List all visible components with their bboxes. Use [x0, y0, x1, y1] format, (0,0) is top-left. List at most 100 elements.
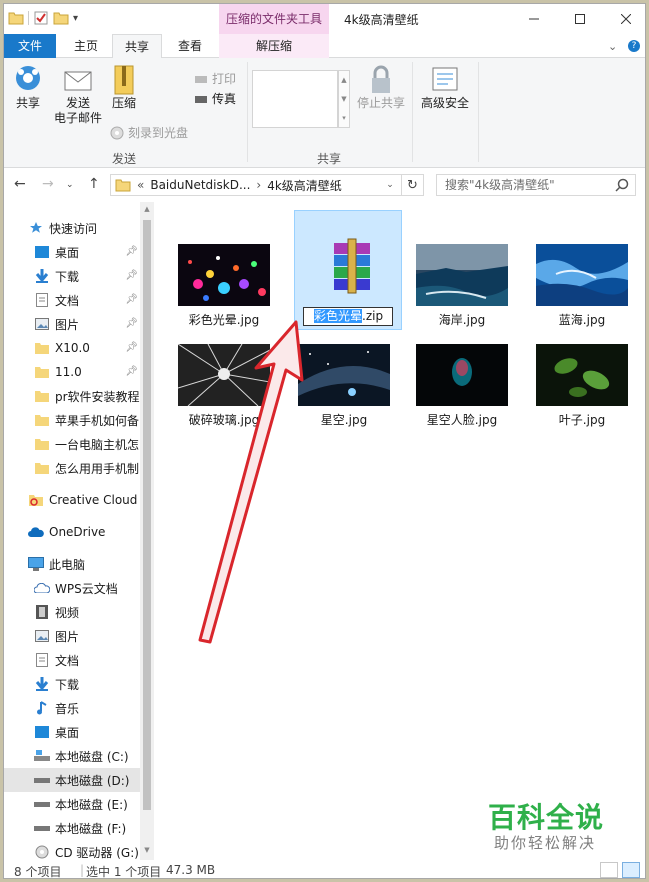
address-bar[interactable]: « BaiduNetdiskD... › 4k级高清壁纸	[110, 174, 402, 196]
folder-icon	[34, 460, 50, 476]
desktop-icon	[34, 724, 50, 740]
pin-icon[interactable]: 📌︎	[125, 294, 138, 305]
nav-quick-access[interactable]: 快速访问	[4, 216, 140, 240]
nav-scrollbar[interactable]: ▲ ▼	[140, 202, 154, 860]
nav-label: 本地磁盘 (F:)	[55, 821, 127, 836]
nav-pictures[interactable]: 图片 📌︎	[4, 312, 140, 336]
search-input[interactable]: 搜索"4k级高清壁纸"	[436, 174, 636, 196]
nav-drive-c[interactable]: 本地磁盘 (C:)	[4, 744, 140, 768]
nav-label: 怎么用用手机制	[55, 461, 140, 476]
refresh-button[interactable]: ↻	[402, 174, 424, 196]
properties-icon[interactable]	[33, 10, 49, 26]
music-icon	[34, 700, 50, 716]
nav-drive-e[interactable]: 本地磁盘 (E:)	[4, 792, 140, 816]
nav-folder-11[interactable]: 11.0 📌︎	[4, 360, 140, 384]
file-name: 星空人脸.jpg	[426, 413, 498, 427]
breadcrumb-overflow[interactable]: «	[137, 178, 144, 192]
close-button[interactable]	[603, 4, 645, 34]
nav-music[interactable]: 音乐	[4, 696, 140, 720]
file-item[interactable]: 破碎玻璃.jpg	[170, 310, 278, 430]
help-icon[interactable]: ?	[628, 40, 640, 52]
nav-this-pc[interactable]: 此电脑	[4, 552, 140, 576]
maximize-icon	[575, 14, 585, 24]
nav-folder-pr[interactable]: pr软件安装教程	[4, 384, 140, 408]
scroll-down-icon[interactable]: ▼	[140, 846, 154, 854]
maximize-button[interactable]	[557, 4, 603, 34]
recent-locations-button[interactable]: ⌄	[66, 180, 74, 190]
fax-button[interactable]: 传真	[194, 90, 236, 107]
status-separator: |	[80, 863, 85, 877]
breadcrumb-current[interactable]: 4k级高清壁纸	[267, 177, 342, 194]
zip-folder-icon	[114, 65, 134, 95]
zip-button[interactable]: 压缩	[108, 64, 140, 111]
pin-icon[interactable]: 📌︎	[125, 318, 138, 329]
scrollbar-thumb[interactable]	[143, 220, 151, 810]
group-send-label: 发送	[112, 152, 137, 166]
tab-extract[interactable]: 解压缩	[219, 34, 329, 58]
nav-drive-d[interactable]: 本地磁盘 (D:)	[4, 768, 140, 792]
nav-tree: 快速访问 桌面 📌︎ 下载 📌︎ 文档 📌︎ 图片 📌︎ X10.0 📌︎ 11…	[4, 216, 140, 864]
creative-cloud-icon	[28, 492, 44, 508]
winrar-archive-icon	[334, 238, 370, 294]
nav-label: 文档	[55, 653, 80, 668]
nav-downloads[interactable]: 下载 📌︎	[4, 264, 140, 288]
nav-label: 视频	[55, 605, 80, 620]
nav-folder-pc[interactable]: 一台电脑主机怎	[4, 432, 140, 456]
folder-icon[interactable]	[8, 10, 24, 26]
security-icon	[432, 67, 458, 91]
back-button[interactable]: ←	[14, 176, 26, 192]
pin-icon[interactable]: 📌︎	[125, 270, 138, 281]
up-button[interactable]: ↑	[88, 176, 100, 192]
file-name: 破碎玻璃.jpg	[188, 413, 260, 427]
nav-pc-documents[interactable]: 文档	[4, 648, 140, 672]
details-view-button[interactable]	[600, 862, 618, 878]
email-button[interactable]: 发送 电子邮件	[52, 64, 104, 126]
file-item[interactable]: 星空.jpg	[290, 310, 398, 430]
share-with-list[interactable]	[252, 70, 338, 128]
nav-onedrive[interactable]: OneDrive	[4, 520, 140, 544]
nav-wps-cloud[interactable]: WPS云文档	[4, 576, 140, 600]
image-thumbnail	[298, 344, 390, 406]
nav-pc-desktop[interactable]: 桌面	[4, 720, 140, 744]
nav-label: 本地磁盘 (E:)	[55, 797, 128, 812]
large-icons-view-button[interactable]	[622, 862, 640, 878]
pin-icon[interactable]: 📌︎	[125, 342, 138, 353]
minimize-button[interactable]	[511, 4, 557, 34]
share-button[interactable]: 共享	[12, 64, 44, 111]
navigation-pane: 快速访问 桌面 📌︎ 下载 📌︎ 文档 📌︎ 图片 📌︎ X10.0 📌︎ 11…	[4, 202, 154, 860]
nav-creative-cloud[interactable]: Creative Cloud	[4, 488, 140, 512]
nav-videos[interactable]: 视频	[4, 600, 140, 624]
selected-count: 选中 1 个项目	[86, 865, 162, 879]
stop-sharing-button[interactable]: 停止共享	[356, 64, 406, 111]
nav-drive-f[interactable]: 本地磁盘 (F:)	[4, 816, 140, 840]
image-thumbnail	[178, 344, 270, 406]
share-list-scroll[interactable]: ▲ ▼ ▾	[338, 70, 350, 128]
tab-share[interactable]: 共享	[112, 34, 162, 59]
qat-customize-icon[interactable]: ▾	[73, 13, 78, 24]
nav-folder-apple[interactable]: 苹果手机如何备	[4, 408, 140, 432]
nav-documents[interactable]: 文档 📌︎	[4, 288, 140, 312]
scroll-up-icon[interactable]: ▲	[140, 205, 154, 213]
nav-desktop[interactable]: 桌面 📌︎	[4, 240, 140, 264]
breadcrumb-baidunetdisk[interactable]: BaiduNetdiskD...	[150, 178, 250, 192]
tab-home[interactable]: 主页	[62, 34, 110, 58]
collapse-ribbon-icon[interactable]: ⌄	[608, 40, 617, 53]
pictures-icon	[34, 316, 50, 332]
nav-label: 下载	[55, 677, 80, 692]
nav-label: Creative Cloud	[49, 493, 138, 507]
pin-icon[interactable]: 📌︎	[125, 366, 138, 377]
nav-folder-phone[interactable]: 怎么用用手机制	[4, 456, 140, 480]
new-folder-icon[interactable]	[53, 10, 69, 26]
file-item[interactable]: 叶子.jpg	[528, 310, 636, 430]
nav-pc-downloads[interactable]: 下载	[4, 672, 140, 696]
file-item[interactable]: 星空人脸.jpg	[408, 310, 516, 430]
print-button[interactable]: 打印	[194, 70, 236, 87]
nav-folder-x10[interactable]: X10.0 📌︎	[4, 336, 140, 360]
nav-pc-pictures[interactable]: 图片	[4, 624, 140, 648]
tab-view[interactable]: 查看	[166, 34, 214, 58]
forward-button[interactable]: →	[42, 176, 54, 192]
pin-icon[interactable]: 📌︎	[125, 246, 138, 257]
advanced-security-button[interactable]: 高级安全	[418, 64, 472, 111]
burn-button[interactable]: 刻录到光盘	[110, 124, 188, 141]
address-dropdown-icon[interactable]: ⌄	[380, 174, 400, 196]
